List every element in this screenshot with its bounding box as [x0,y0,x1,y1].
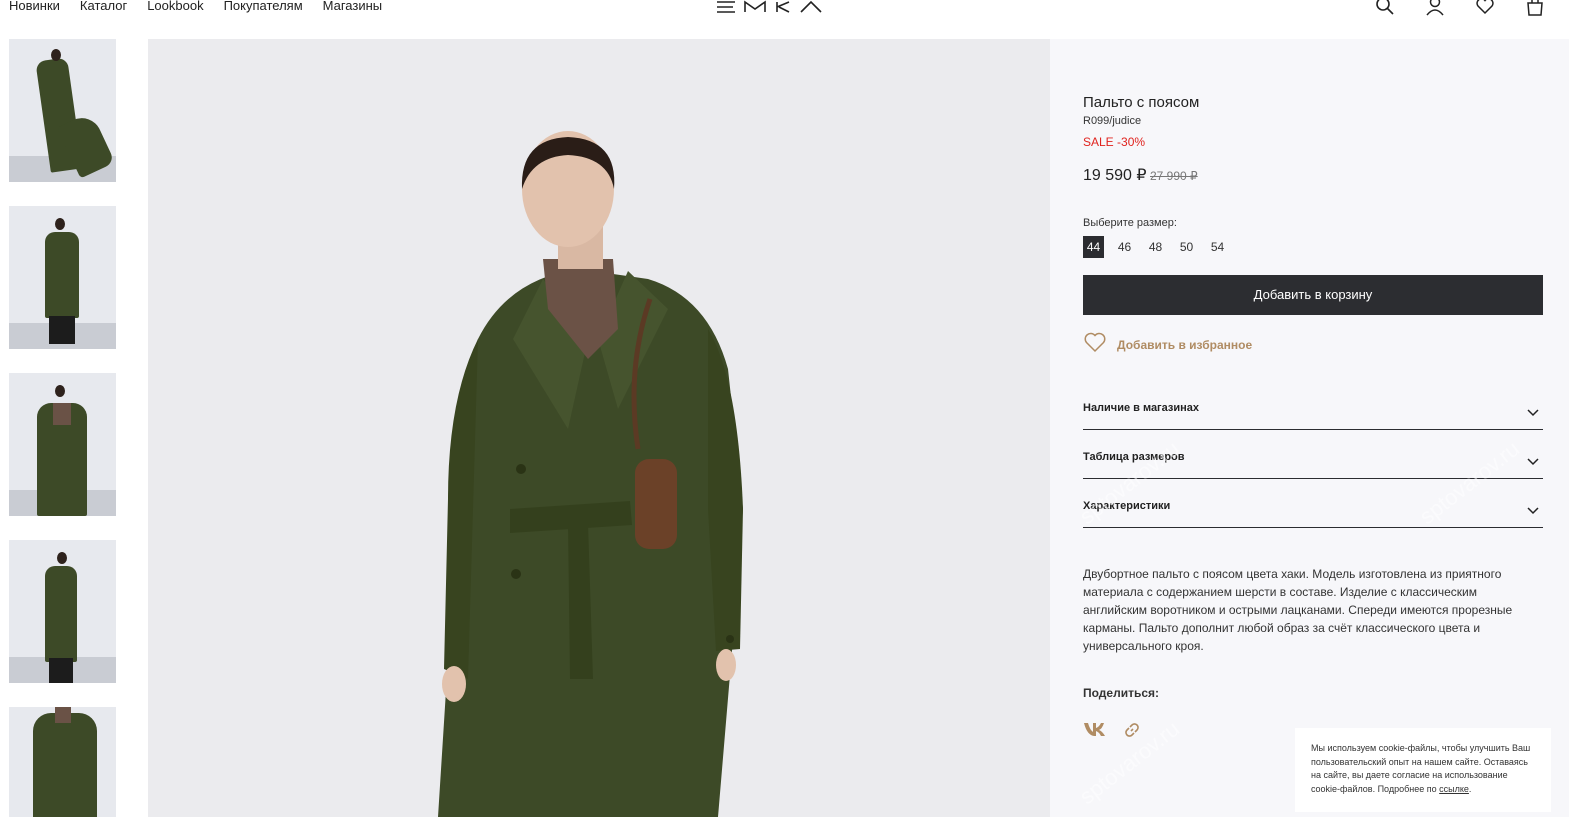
share-icons [1083,721,1145,739]
nav-lookbook[interactable]: Lookbook [147,0,203,14]
thumbnail-3[interactable] [9,373,116,516]
product-price: 19 590 ₽ [1083,167,1147,184]
product-description: Двубортное пальто с поясом цвета хаки. М… [1083,567,1513,653]
size-option-44[interactable]: 44 [1083,236,1104,258]
product-panel: Пальто с поясом R099/judice SALE -30% 19… [1050,39,1569,817]
accordion-label: Таблица размеров [1083,451,1185,463]
nav-customers[interactable]: Покупателям [224,0,303,14]
user-icon[interactable] [1425,0,1445,16]
add-to-favorites-button[interactable]: Добавить в избранное [1083,331,1252,358]
cookie-banner: Мы используем cookie-файлы, чтобы улучши… [1295,728,1551,812]
header-icons [1375,0,1545,16]
chevron-down-icon [1527,404,1539,422]
heart-icon[interactable] [1475,0,1495,16]
vk-icon[interactable] [1083,721,1105,739]
accordion-label: Наличие в магазинах [1083,402,1200,414]
thumbnail-gallery [9,39,116,817]
size-selector: 44 46 48 50 54 [1083,236,1228,258]
product-title: Пальто с поясом [1083,94,1200,111]
size-option-46[interactable]: 46 [1114,236,1135,258]
logo[interactable] [715,0,837,19]
size-option-50[interactable]: 50 [1176,236,1197,258]
bag-icon[interactable] [1525,0,1545,16]
sale-badge: SALE -30% [1083,135,1146,149]
nav-stores[interactable]: Магазины [323,0,383,14]
accordion-size-chart[interactable]: Таблица размеров [1083,451,1543,479]
thumbnail-1[interactable] [9,39,116,182]
chevron-down-icon [1527,453,1539,471]
add-to-favorites-label: Добавить в избранное [1117,337,1253,352]
thumbnail-4[interactable] [9,540,116,683]
nav-catalog[interactable]: Каталог [80,0,127,14]
old-price: 27 990 ₽ [1150,169,1198,183]
search-icon[interactable] [1375,0,1395,16]
main-product-photo[interactable] [148,39,1050,817]
header: Новинки Каталог Lookbook Покупателям Маг… [0,0,1569,39]
accordion-store-availability[interactable]: Наличие в магазинах [1083,402,1543,430]
cookie-text: Мы используем cookie-файлы, чтобы улучши… [1311,743,1531,794]
size-option-48[interactable]: 48 [1145,236,1166,258]
accordion-label: Характеристики [1083,500,1171,512]
size-option-54[interactable]: 54 [1207,236,1228,258]
accordion-characteristics[interactable]: Характеристики [1083,500,1543,528]
share-label: Поделиться: [1083,686,1160,700]
thumbnail-2[interactable] [9,206,116,349]
heart-outline-icon [1083,331,1107,358]
model-illustration [438,131,743,817]
main-nav: Новинки Каталог Lookbook Покупателям Маг… [9,0,402,14]
link-icon[interactable] [1123,721,1145,739]
size-label: Выберите размер: [1083,217,1177,229]
product-sku: R099/judice [1083,115,1142,127]
nav-new[interactable]: Новинки [9,0,60,14]
cookie-policy-link[interactable]: ссылке [1439,784,1469,794]
chevron-down-icon [1527,502,1539,520]
add-to-cart-button[interactable]: Добавить в корзину [1083,275,1543,315]
thumbnail-5[interactable] [9,707,116,817]
cookie-tail: . [1468,783,1472,794]
